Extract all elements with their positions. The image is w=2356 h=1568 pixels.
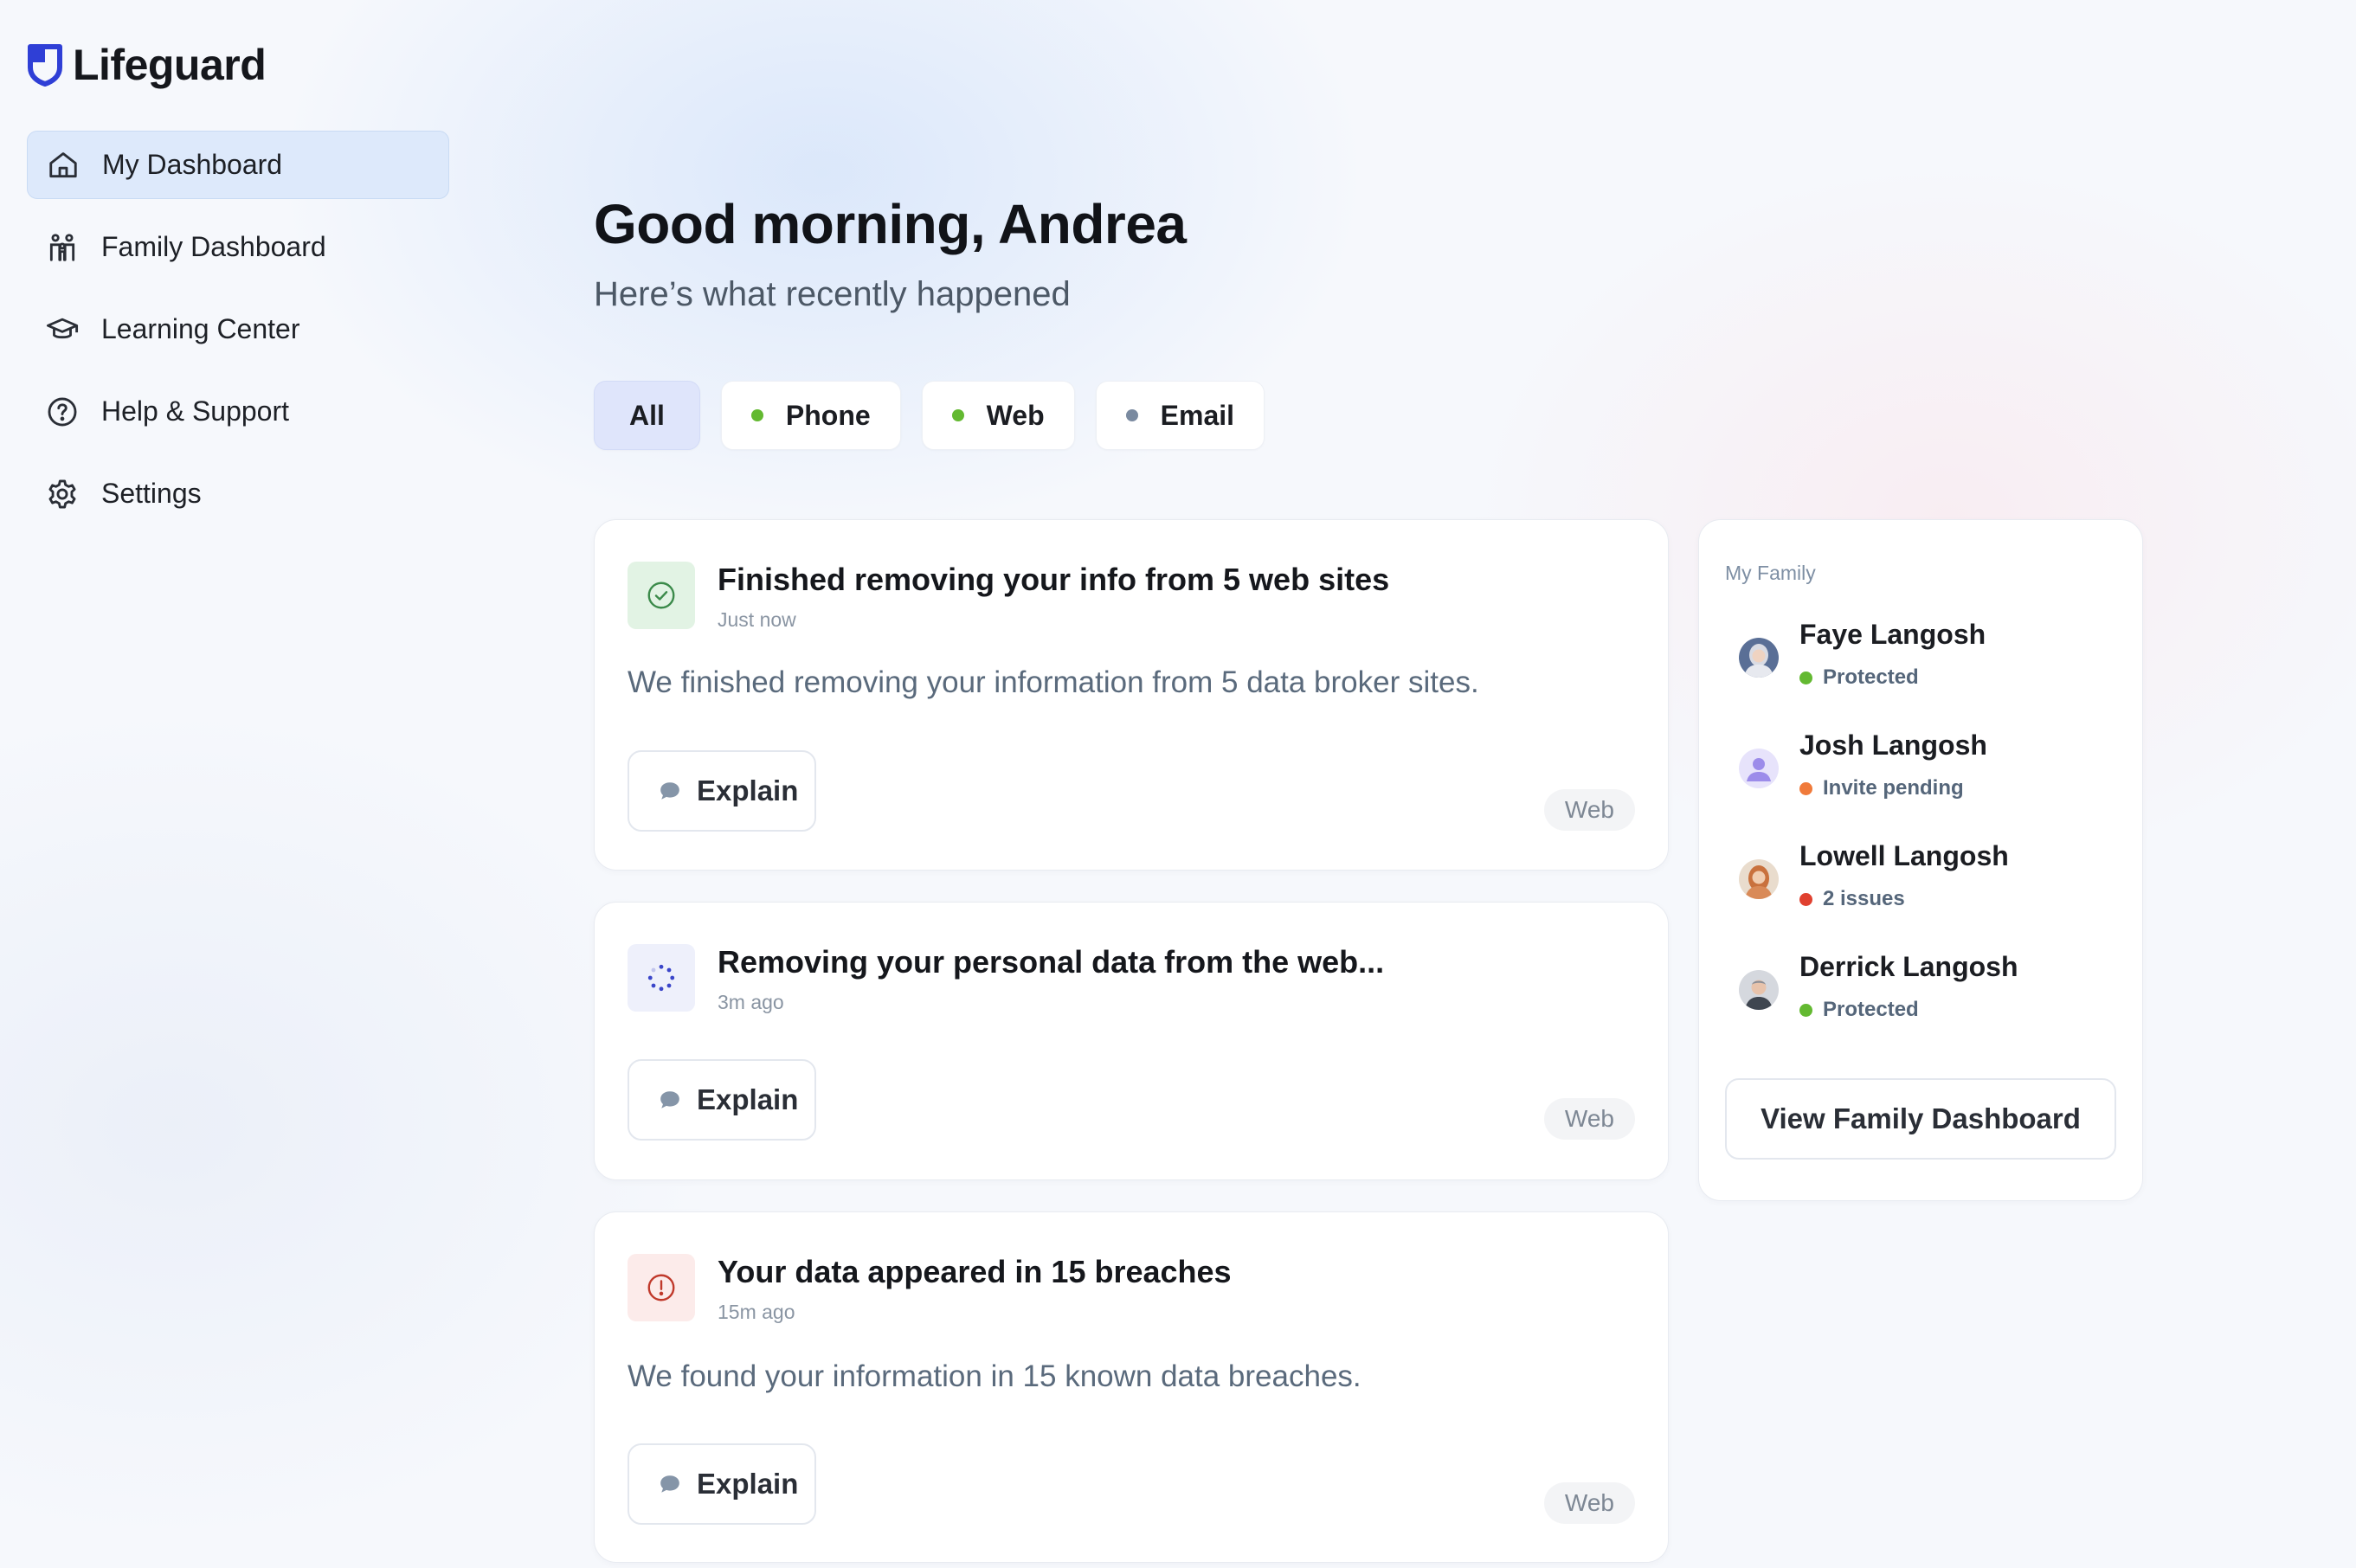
family-member[interactable]: Derrick Langosh Protected	[1739, 951, 2120, 1038]
source-tag: Web	[1543, 1482, 1635, 1524]
source-tag: Web	[1543, 789, 1635, 831]
check-circle-icon	[647, 582, 675, 609]
my-family-panel: My Family Faye Langosh Protected Josh La…	[1698, 519, 2143, 1201]
status-label: Invite pending	[1823, 776, 1964, 800]
filter-label: Web	[986, 399, 1045, 431]
filter-web[interactable]: Web	[921, 381, 1075, 450]
status-dot	[951, 409, 964, 421]
chat-bubble-icon	[660, 1475, 679, 1493]
activity-timestamp: Just now	[718, 608, 796, 631]
sidebar-item-family-dashboard[interactable]: Family Dashboard	[27, 213, 449, 281]
avatar	[1739, 749, 1779, 788]
activity-card: Finished removing your info from 5 web s…	[594, 519, 1669, 871]
spinner-icon	[647, 964, 675, 992]
status-dot	[1799, 781, 1812, 795]
status-dot	[1799, 892, 1812, 906]
member-status: Invite pending	[1799, 776, 1964, 800]
explain-button[interactable]: Explain	[628, 750, 816, 832]
filter-bar: All Phone Web Email	[594, 381, 1265, 450]
graduation-cap-icon	[46, 318, 79, 338]
activity-card: Your data appeared in 15 breaches 15m ag…	[594, 1211, 1669, 1563]
sidebar-item-label: Learning Center	[101, 313, 300, 344]
status-label: 2 issues	[1823, 887, 1905, 910]
explain-button-label: Explain	[697, 1083, 799, 1115]
chat-bubble-icon	[660, 782, 679, 800]
sidebar-nav: My Dashboard Family Dashboard Learning C…	[27, 131, 449, 542]
filter-email[interactable]: Email	[1095, 381, 1265, 450]
status-dot	[1799, 671, 1812, 684]
member-status: 2 issues	[1799, 887, 1905, 911]
status-label: Protected	[1823, 998, 1919, 1021]
page-subtitle: Here’s what recently happened	[594, 275, 1071, 313]
photo-avatar-icon	[1739, 970, 1779, 1010]
activity-title: Removing your personal data from the web…	[718, 944, 1385, 980]
chat-bubble-icon	[660, 1091, 679, 1109]
photo-avatar-icon	[1739, 859, 1779, 899]
member-name: Derrick Langosh	[1799, 951, 2018, 982]
avatar	[1739, 970, 1779, 1010]
photo-avatar-icon	[1739, 638, 1779, 678]
explain-button-label: Explain	[697, 774, 799, 806]
family-member[interactable]: Josh Langosh Invite pending	[1739, 729, 2120, 816]
gear-icon	[48, 479, 76, 508]
family-member[interactable]: Faye Langosh Protected	[1739, 619, 2120, 705]
activity-title: Your data appeared in 15 breaches	[718, 1254, 1232, 1289]
home-icon	[49, 151, 77, 177]
activity-card: Removing your personal data from the web…	[594, 902, 1669, 1180]
sidebar-item-label: Family Dashboard	[101, 231, 326, 262]
filter-label: All	[629, 399, 665, 431]
page-title: Good morning, Andrea	[594, 193, 1187, 255]
view-family-dashboard-button[interactable]: View Family Dashboard	[1725, 1078, 2116, 1160]
activity-title: Finished removing your info from 5 web s…	[718, 562, 1390, 597]
card-icon-wrapper	[628, 1254, 695, 1321]
help-circle-icon	[48, 397, 77, 426]
sidebar-item-my-dashboard[interactable]: My Dashboard	[27, 131, 449, 199]
activity-description: We found your information in 15 known da…	[628, 1359, 1361, 1393]
status-dot	[1125, 409, 1138, 421]
family-member[interactable]: Lowell Langosh 2 issues	[1739, 840, 2120, 927]
status-dot	[750, 409, 763, 421]
activity-description: We finished removing your information fr…	[628, 665, 1479, 699]
activity-timestamp: 15m ago	[718, 1301, 795, 1323]
status-label: Protected	[1823, 665, 1919, 689]
filter-phone[interactable]: Phone	[720, 381, 901, 450]
user-placeholder-icon	[1739, 749, 1779, 788]
shield-logo-icon	[28, 44, 62, 87]
activity-timestamp: 3m ago	[718, 991, 784, 1013]
card-icon-wrapper	[628, 562, 695, 629]
avatar	[1739, 638, 1779, 678]
sidebar-item-label: Settings	[101, 478, 202, 509]
explain-button-label: Explain	[697, 1468, 799, 1500]
card-icon-wrapper	[628, 944, 695, 1012]
explain-button[interactable]: Explain	[628, 1059, 816, 1141]
status-dot	[1799, 1003, 1812, 1017]
member-status: Protected	[1799, 665, 1919, 690]
filter-all[interactable]: All	[594, 381, 700, 450]
sidebar-item-settings[interactable]: Settings	[27, 459, 449, 528]
app-logo[interactable]: Lifeguard	[26, 40, 267, 90]
member-name: Faye Langosh	[1799, 619, 1986, 650]
source-tag: Web	[1543, 1098, 1635, 1140]
sidebar-item-learning-center[interactable]: Learning Center	[27, 295, 449, 363]
member-name: Josh Langosh	[1799, 729, 1987, 761]
member-status: Protected	[1799, 998, 1919, 1022]
panel-label: My Family	[1725, 562, 1816, 584]
sidebar-item-label: Help & Support	[101, 395, 290, 427]
app-name: Lifeguard	[73, 41, 267, 89]
filter-label: Email	[1160, 399, 1235, 431]
sidebar-item-label: My Dashboard	[102, 149, 283, 180]
filter-label: Phone	[785, 399, 871, 431]
sidebar-item-help-support[interactable]: Help & Support	[27, 377, 449, 446]
explain-button[interactable]: Explain	[628, 1443, 816, 1525]
family-icon	[49, 233, 75, 261]
avatar	[1739, 859, 1779, 899]
member-name: Lowell Langosh	[1799, 840, 2009, 871]
alert-circle-icon	[647, 1274, 675, 1301]
